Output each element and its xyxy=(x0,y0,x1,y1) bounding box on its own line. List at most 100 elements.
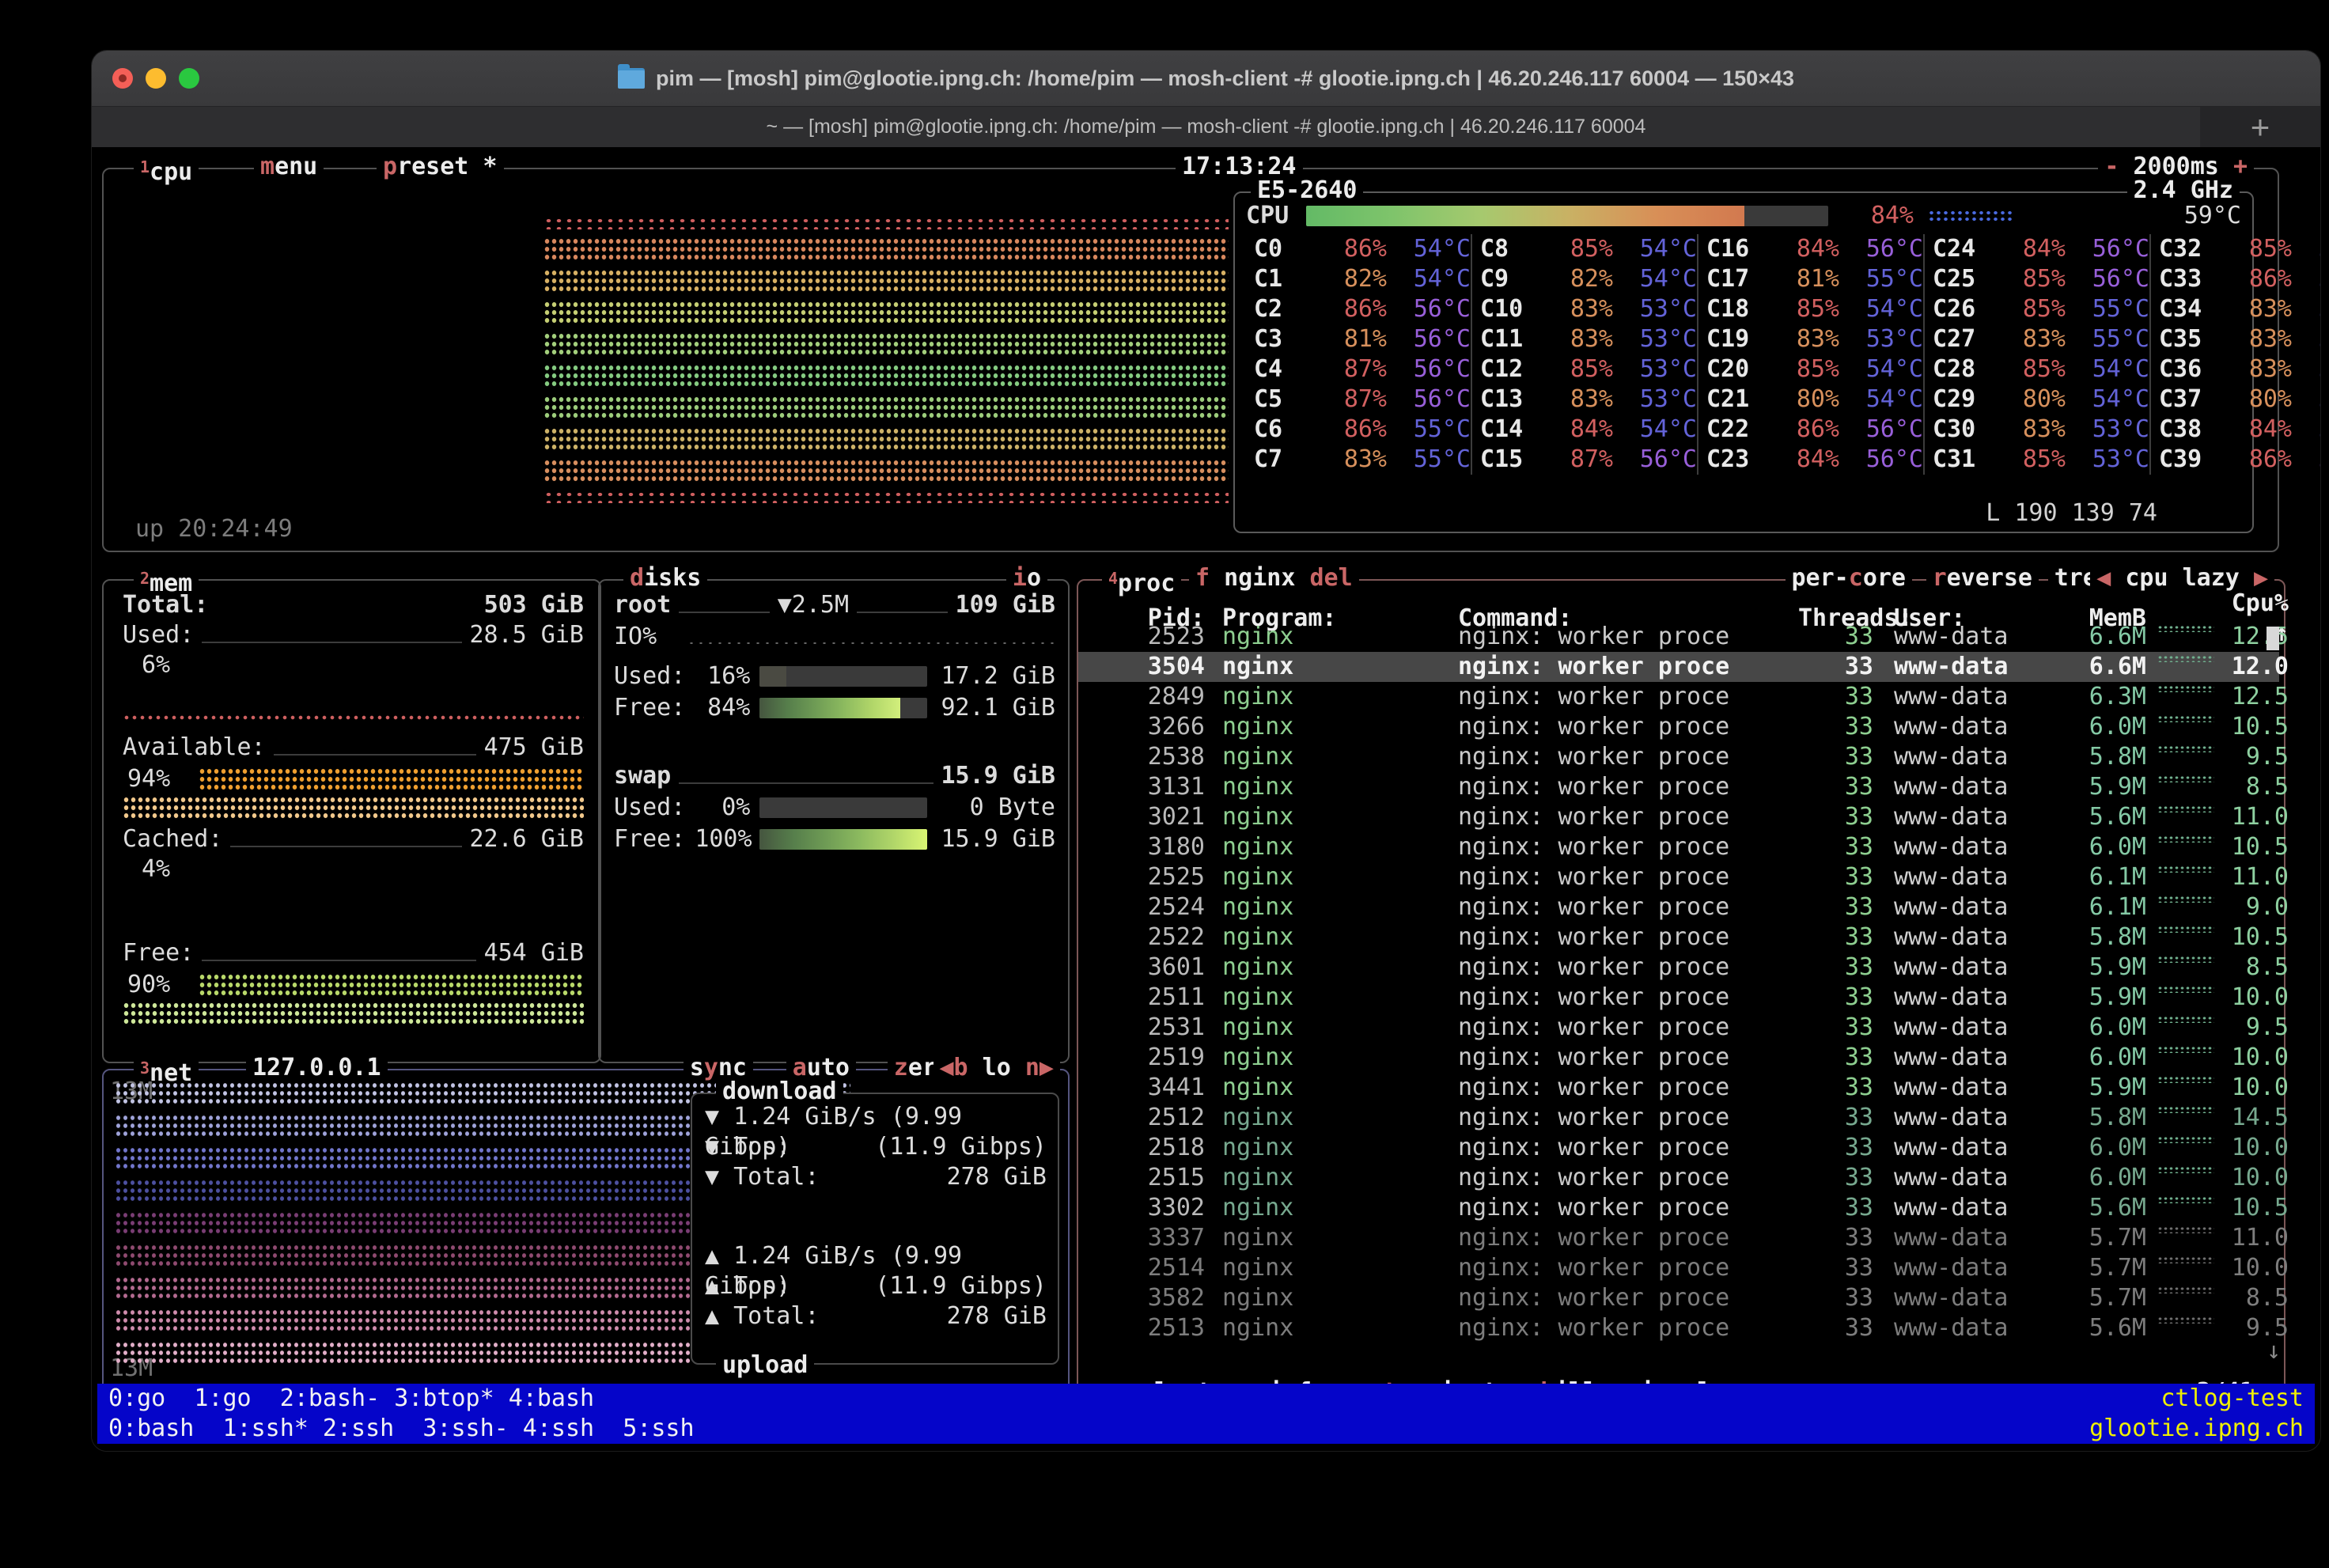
proc-row[interactable]: 2524nginxnginx: worker proce33www-data6.… xyxy=(1078,892,2279,922)
proc-row[interactable]: 2538nginxnginx: worker proce33www-data5.… xyxy=(1078,742,2279,772)
core-cell-C35: C3583%54°C xyxy=(2149,324,2321,354)
proc-row[interactable]: 2511nginxnginx: worker proce33www-data5.… xyxy=(1078,983,2279,1013)
proc-row[interactable]: 3504nginxnginx: worker proce33www-data6.… xyxy=(1078,652,2279,682)
preset-button[interactable]: preset * xyxy=(377,152,504,182)
core-cell-C9: C982%54°C xyxy=(1471,264,1697,294)
mem-used-row: Used:28.5 GiB xyxy=(123,620,584,650)
core-cell-C29: C2980%54°C xyxy=(1923,384,2149,415)
cpu-graph-band xyxy=(543,301,1229,324)
disk-swap-used-row: Used:0% 0 Byte xyxy=(614,793,1055,823)
core-row: C086%54°CC885%54°CC1684%56°CC2484%56°CC3… xyxy=(1246,234,2241,264)
core-row: C286%56°CC1083%53°CC1885%54°CC2685%55°CC… xyxy=(1246,294,2241,324)
core-row: C587%56°CC1383%53°CC2180%54°CC2980%54°CC… xyxy=(1246,384,2241,415)
core-cell-C3: C381%56°C xyxy=(1246,324,1471,354)
proc-header: Pid: Program: Command: Threads: User: Me… xyxy=(1078,589,2284,620)
proc-scrollbar-thumb[interactable] xyxy=(2267,627,2279,650)
cpu-graph-band xyxy=(543,332,1229,356)
disk-root-free-row: Free:84% 92.1 GiB xyxy=(614,693,1055,723)
download-top-row: ▼ Top:(11.9 Gibps) xyxy=(705,1132,1047,1162)
core-row: C783%55°CC1587%56°CC2384%56°CC3185%53°CC… xyxy=(1246,445,2241,475)
core-cell-C24: C2484%56°C xyxy=(1923,234,2149,264)
terminal: 1cpu menu preset * 17:13:24 - 2000ms + u… xyxy=(92,147,2320,1451)
core-cell-C6: C686%55°C xyxy=(1246,415,1471,445)
io-mode-button[interactable]: io xyxy=(1006,563,1047,593)
core-cell-C18: C1885%54°C xyxy=(1697,294,1923,324)
tab-title[interactable]: ~ — [mosh] pim@glootie.ipng.ch: /home/pi… xyxy=(92,107,2320,147)
proc-row[interactable]: 2512nginxnginx: worker proce33www-data5.… xyxy=(1078,1103,2279,1133)
cpu-box: 1cpu menu preset * 17:13:24 - 2000ms + u… xyxy=(102,168,2279,552)
statusbar-windows-outer: 0:go 1:go 2:bash- 3:btop* 4:bash xyxy=(108,1384,594,1414)
core-cell-C10: C1083%53°C xyxy=(1471,294,1697,324)
upload-top-row: ▲ Top:(11.9 Gibps) xyxy=(705,1271,1047,1301)
new-tab-button[interactable]: + xyxy=(2200,107,2320,147)
proc-row[interactable]: 2514nginxnginx: worker proce33www-data5.… xyxy=(1078,1253,2279,1283)
cpu-graph-band xyxy=(543,217,1229,229)
proc-row[interactable]: 2518nginxnginx: worker proce33www-data6.… xyxy=(1078,1133,2279,1163)
proc-row[interactable]: 2525nginxnginx: worker proce33www-data6.… xyxy=(1078,862,2279,892)
core-cell-C32: C3285%53°C xyxy=(2149,234,2321,264)
proc-row[interactable]: 2513nginxnginx: worker proce33www-data5.… xyxy=(1078,1313,2279,1343)
screen-statusbar: 0:go 1:go 2:bash- 3:btop* 4:bash ctlog-t… xyxy=(97,1384,2315,1444)
cpu-graph-band xyxy=(543,396,1229,419)
net-iface-ip: 127.0.0.1 xyxy=(246,1053,388,1083)
mem-free-row: Free:454 GiB xyxy=(123,938,584,968)
cpu-detail-box: E5-2640 2.4 GHz CPU 84% 59°C C086%54°CC8… xyxy=(1233,191,2254,533)
proc-row[interactable]: 2849nginxnginx: worker proce33www-data6.… xyxy=(1078,682,2279,712)
mem-used-bar xyxy=(123,714,584,722)
menu-button[interactable]: menu xyxy=(254,152,324,182)
cpu-total-meter xyxy=(1306,206,1828,226)
disk-root-used-row: Used:16% 17.2 GiB xyxy=(614,661,1055,691)
statusbar-hostname: glootie.ipng.ch xyxy=(2089,1414,2304,1444)
cpu-graph-band xyxy=(543,269,1229,293)
core-cell-C36: C3683%53°C xyxy=(2149,354,2321,384)
proc-row[interactable]: 3180nginxnginx: worker proce33www-data6.… xyxy=(1078,832,2279,862)
proc-row[interactable]: 3582nginxnginx: worker proce33www-data5.… xyxy=(1078,1283,2279,1313)
core-cell-C22: C2286%56°C xyxy=(1697,415,1923,445)
disk-io-graph xyxy=(687,641,1055,646)
proc-row[interactable]: 3601nginxnginx: worker proce33www-data5.… xyxy=(1078,953,2279,983)
disk-swap-row: swap15.9 GiB xyxy=(614,761,1055,791)
core-cell-C23: C2384%56°C xyxy=(1697,445,1923,475)
proc-row[interactable]: 3131nginxnginx: worker proce33www-data5.… xyxy=(1078,772,2279,802)
proc-row[interactable]: 2531nginxnginx: worker proce33www-data6.… xyxy=(1078,1013,2279,1043)
core-cell-C12: C1285%53°C xyxy=(1471,354,1697,384)
core-row: C487%56°CC1285%53°CC2085%54°CC2885%54°CC… xyxy=(1246,354,2241,384)
net-iface-selector[interactable]: ◀b lo n▶ xyxy=(933,1053,1061,1083)
window-title-row: pim — [mosh] pim@glootie.ipng.ch: /home/… xyxy=(92,51,2320,106)
core-cell-C25: C2585%56°C xyxy=(1923,264,2149,294)
core-cell-C8: C885%54°C xyxy=(1471,234,1697,264)
mem-available-row: Available:475 GiB xyxy=(123,733,584,763)
core-cell-C13: C1383%53°C xyxy=(1471,384,1697,415)
core-cell-C28: C2885%54°C xyxy=(1923,354,2149,384)
mem-used-pct: 6% xyxy=(142,650,170,680)
cpu-graph-band xyxy=(543,490,1229,503)
download-total-row: ▼ Total:278 GiB xyxy=(705,1162,1047,1192)
proc-row[interactable]: 2522nginxnginx: worker proce33www-data5.… xyxy=(1078,922,2279,953)
cpu-temp-graph xyxy=(1928,210,2015,222)
proc-row[interactable]: 3441nginxnginx: worker proce33www-data5.… xyxy=(1078,1073,2279,1103)
proc-row[interactable]: 3337nginxnginx: worker proce33www-data5.… xyxy=(1078,1223,2279,1253)
cpu-total-label: CPU xyxy=(1246,201,1306,231)
proc-row[interactable]: 2519nginxnginx: worker proce33www-data6.… xyxy=(1078,1043,2279,1073)
tabbar: ~ — [mosh] pim@glootie.ipng.ch: /home/pi… xyxy=(92,107,2320,147)
proc-row[interactable]: 3021nginxnginx: worker proce33www-data5.… xyxy=(1078,802,2279,832)
cpu-graph-band xyxy=(543,237,1229,261)
core-cell-C37: C3780%53°C xyxy=(2149,384,2321,415)
proc-row[interactable]: 2515nginxnginx: worker proce33www-data6.… xyxy=(1078,1163,2279,1193)
core-cell-C30: C3083%53°C xyxy=(1923,415,2149,445)
terminal-window: pim — [mosh] pim@glootie.ipng.ch: /home/… xyxy=(91,50,2321,1452)
core-cell-C33: C3386%53°C xyxy=(2149,264,2321,294)
mem-free-pct: 90% xyxy=(127,970,170,1000)
mem-total-row: Total:503 GiB xyxy=(123,590,584,620)
proc-row[interactable]: 3302nginxnginx: worker proce33www-data5.… xyxy=(1078,1193,2279,1223)
cpu-box-title[interactable]: 1cpu xyxy=(134,152,199,187)
proc-row[interactable]: 3266nginxnginx: worker proce33www-data6.… xyxy=(1078,712,2279,742)
net-box: 3net 127.0.0.1 sync auto zero ◀b lo n▶ 1… xyxy=(102,1069,1070,1392)
proc-scroll-down-icon[interactable]: ↓ xyxy=(2267,1336,2281,1366)
disks-box-title[interactable]: disks xyxy=(623,563,707,593)
statusbar-windows-inner: 0:bash 1:ssh* 2:ssh 3:ssh- 4:ssh 5:ssh xyxy=(108,1414,695,1444)
mem-available-bar2 xyxy=(123,796,584,820)
cpu-total-pct: 84% xyxy=(1828,201,1914,231)
proc-row[interactable]: 2523nginxnginx: worker proce33www-data6.… xyxy=(1078,622,2279,652)
mem-cached-row: Cached:22.6 GiB xyxy=(123,824,584,854)
